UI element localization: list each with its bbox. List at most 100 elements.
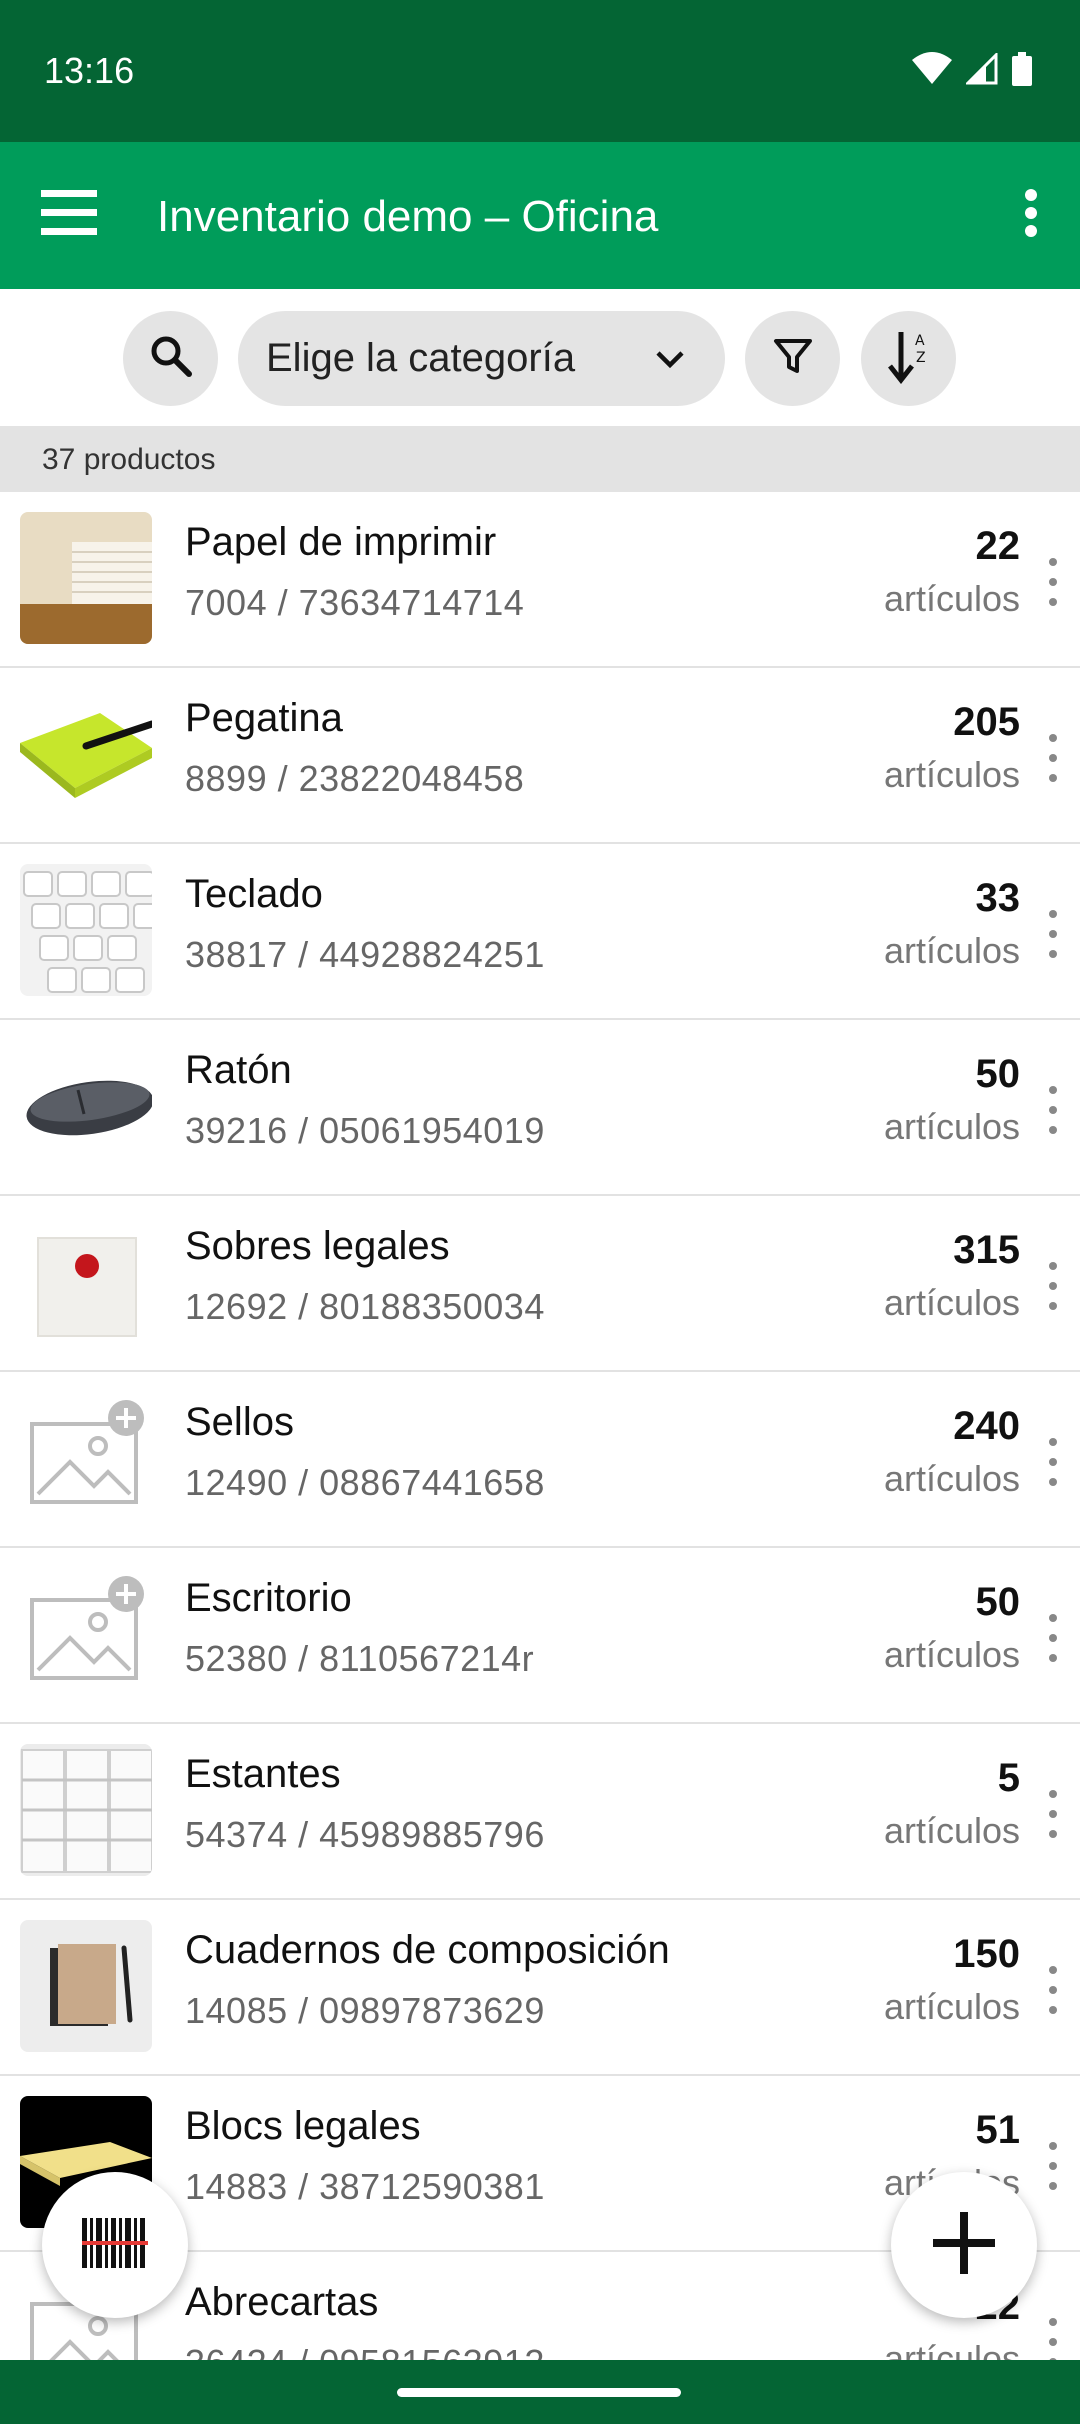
product-image-mouse <box>20 1040 152 1172</box>
add-product-button[interactable] <box>891 2172 1037 2318</box>
product-code: 12692 / 80188350034 <box>185 1286 545 1327</box>
product-row[interactable]: Ratón 39216 / 05061954019 50 artículos <box>0 1020 1080 1196</box>
product-code: 12490 / 08867441658 <box>185 1462 545 1503</box>
chevron-down-icon <box>653 341 687 386</box>
status-bar: 13:16 <box>0 0 1080 142</box>
product-name: Pegatina <box>185 696 343 740</box>
product-quantity: 50 <box>975 1580 1021 1624</box>
product-quantity: 33 <box>975 876 1021 920</box>
more-vert-icon[interactable] <box>1038 1962 1068 2018</box>
product-code: 54374 / 45989885796 <box>185 1814 545 1855</box>
product-image-paper-stack <box>20 512 152 644</box>
product-code: 14085 / 09897873629 <box>185 1990 545 2031</box>
search-button[interactable] <box>123 311 218 406</box>
product-image-shelves <box>20 1744 152 1876</box>
more-vert-icon <box>1024 188 1038 243</box>
add-image-placeholder-icon[interactable] <box>20 1392 152 1524</box>
more-vert-icon[interactable] <box>1038 1082 1068 1138</box>
product-row[interactable]: Estantes 54374 / 45989885796 5 artículos <box>0 1724 1080 1900</box>
product-name: Blocs legales <box>185 2104 421 2148</box>
barcode-scan-button[interactable] <box>42 2172 188 2318</box>
product-row[interactable]: Teclado 38817 / 44928824251 33 artículos <box>0 844 1080 1020</box>
system-nav-bar <box>0 2360 1080 2424</box>
product-unit: artículos <box>883 578 1020 619</box>
status-icons <box>912 51 1032 91</box>
product-unit: artículos <box>883 754 1020 795</box>
more-vert-icon[interactable] <box>1038 730 1068 786</box>
product-unit: artículos <box>883 1282 1020 1323</box>
more-vert-icon[interactable] <box>1038 1786 1068 1842</box>
product-image-envelope <box>20 1216 152 1348</box>
plus-icon <box>931 2210 997 2281</box>
svg-text:Z: Z <box>916 350 926 366</box>
product-unit: artículos <box>883 1458 1020 1499</box>
product-row[interactable]: Sellos 12490 / 08867441658 240 artículos <box>0 1372 1080 1548</box>
category-select-label: Elige la categoría <box>266 336 576 380</box>
more-vert-icon[interactable] <box>1038 1258 1068 1314</box>
product-quantity: 22 <box>975 524 1021 568</box>
battery-icon <box>1012 52 1032 91</box>
product-quantity: 51 <box>975 2108 1021 2152</box>
product-row[interactable]: Escritorio 52380 / 8110567214r 50 artícu… <box>0 1548 1080 1724</box>
signal-icon <box>964 51 998 90</box>
product-row[interactable]: Sobres legales 12692 / 80188350034 315 a… <box>0 1196 1080 1372</box>
product-code: 52380 / 8110567214r <box>185 1638 535 1679</box>
product-name: Estantes <box>185 1752 341 1796</box>
more-vert-icon[interactable] <box>1038 554 1068 610</box>
status-time: 13:16 <box>44 50 135 91</box>
more-vert-icon[interactable] <box>1038 906 1068 962</box>
menu-icon <box>41 189 97 241</box>
app-bar: Inventario demo – Oficina <box>0 142 1080 289</box>
product-unit: artículos <box>883 1634 1020 1675</box>
product-code: 8899 / 23822048458 <box>185 758 525 799</box>
product-name: Ratón <box>185 1048 292 1092</box>
more-vert-icon[interactable] <box>1038 2138 1068 2194</box>
app-title: Inventario demo – Oficina <box>157 192 659 241</box>
product-unit: artículos <box>883 1810 1020 1851</box>
home-gesture-handle[interactable] <box>397 2388 681 2397</box>
product-count: 37 productos <box>42 443 216 476</box>
product-quantity: 5 <box>997 1756 1020 1800</box>
product-name: Abrecartas <box>185 2280 379 2324</box>
product-name: Teclado <box>185 872 323 916</box>
toolbar: Elige la categoría AZ <box>0 289 1080 426</box>
product-count-bar: 37 productos <box>0 426 1080 492</box>
product-code: 39216 / 05061954019 <box>185 1110 545 1151</box>
product-row[interactable]: Papel de imprimir 7004 / 73634714714 22 … <box>0 492 1080 668</box>
product-quantity: 205 <box>953 700 1020 744</box>
category-select[interactable]: Elige la categoría <box>238 311 725 406</box>
wifi-icon <box>912 52 952 91</box>
search-icon <box>149 334 193 383</box>
barcode-icon <box>82 2217 148 2273</box>
add-image-placeholder-icon[interactable] <box>20 1568 152 1700</box>
product-row[interactable]: Pegatina 8899 / 23822048458 205 artículo… <box>0 668 1080 844</box>
product-image-sticky-note <box>20 688 152 820</box>
product-quantity: 150 <box>953 1932 1020 1976</box>
more-vert-icon[interactable] <box>1038 1434 1068 1490</box>
product-row[interactable]: Cuadernos de composición 14085 / 0989787… <box>0 1900 1080 2076</box>
product-image-keyboard <box>20 864 152 996</box>
filter-button[interactable] <box>745 311 840 406</box>
filter-icon <box>773 336 813 381</box>
sort-az-icon: AZ <box>887 328 931 389</box>
product-image-notebook <box>20 1920 152 2052</box>
product-code: 14883 / 38712590381 <box>185 2166 545 2207</box>
svg-text:A: A <box>915 333 925 349</box>
product-quantity: 315 <box>953 1228 1020 1272</box>
menu-button[interactable] <box>34 180 104 250</box>
product-code: 7004 / 73634714714 <box>185 582 525 623</box>
product-name: Cuadernos de composición <box>185 1928 670 1972</box>
product-code: 38817 / 44928824251 <box>185 934 545 975</box>
sort-button[interactable]: AZ <box>861 311 956 406</box>
product-name: Sobres legales <box>185 1224 450 1268</box>
product-name: Papel de imprimir <box>185 520 497 564</box>
product-name: Escritorio <box>185 1576 352 1620</box>
product-name: Sellos <box>185 1400 294 1444</box>
more-vert-icon[interactable] <box>1038 1610 1068 1666</box>
product-list: Papel de imprimir 7004 / 73634714714 22 … <box>0 492 1080 2424</box>
more-options-button[interactable] <box>996 180 1066 250</box>
product-unit: artículos <box>883 1106 1020 1147</box>
product-unit: artículos <box>883 930 1020 971</box>
product-unit: artículos <box>883 1986 1020 2027</box>
product-quantity: 50 <box>975 1052 1021 1096</box>
